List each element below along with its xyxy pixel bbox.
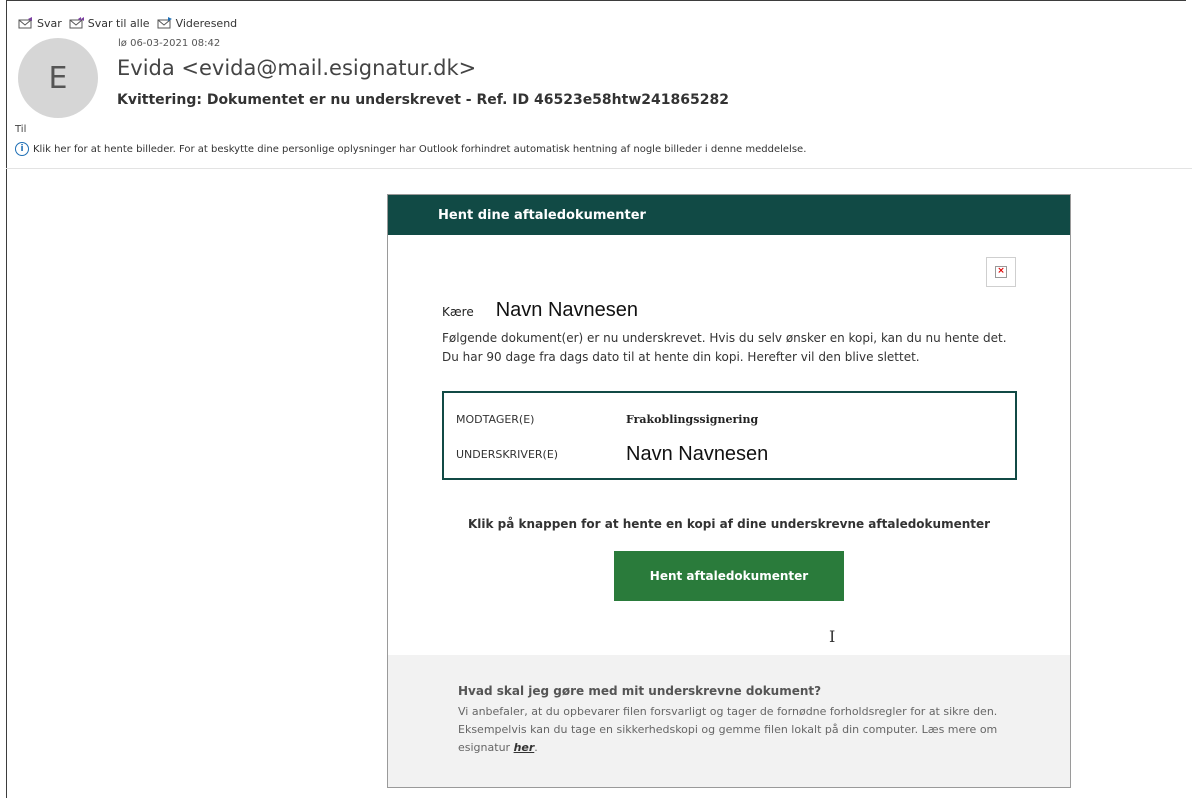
message-actions: Svar Svar til alle Videresend	[18, 15, 244, 31]
download-documents-button[interactable]: Hent aftaledokumenter	[614, 551, 844, 601]
download-images-bar[interactable]: i Klik her for at hente billeder. For at…	[15, 142, 806, 156]
card-footer: Hvad skal jeg gøre med mit underskrevne …	[388, 655, 1070, 787]
signer-value: Navn Navnesen	[626, 443, 769, 465]
reply-icon	[18, 17, 32, 29]
forward-button[interactable]: Videresend	[157, 16, 238, 30]
body-line-1: Følgende dokument(er) er nu underskrevet…	[442, 331, 1007, 345]
recipient-row: MODTAGER(E) Frakoblingssignering	[456, 413, 758, 426]
reply-all-icon	[69, 17, 84, 29]
reply-button[interactable]: Svar	[18, 17, 62, 30]
body-text: Følgende dokument(er) er nu underskrevet…	[442, 329, 1042, 367]
message-date: lø 06-03-2021 08:42	[118, 38, 221, 49]
footer-link[interactable]: her	[514, 741, 535, 754]
recipient-value: Frakoblingssignering	[626, 413, 759, 426]
message-subject: Kvittering: Dokumentet er nu underskreve…	[117, 92, 729, 108]
forward-label: Videresend	[175, 16, 238, 30]
body-line-2: Du har 90 dage fra dags dato til at hent…	[442, 350, 920, 364]
greeting: Kære Navn Navnesen	[442, 299, 638, 322]
reply-all-button[interactable]: Svar til alle	[69, 17, 150, 30]
text-cursor-icon: I	[829, 627, 836, 646]
card-header: Hent dine aftaledokumenter	[388, 195, 1070, 235]
footer-end: .	[534, 741, 538, 754]
footer-title: Hvad skal jeg gøre med mit underskrevne …	[458, 684, 822, 698]
broken-image-icon[interactable]: ×	[986, 257, 1016, 287]
footer-text: Vi anbefaler, at du opbevarer filen fors…	[458, 703, 998, 757]
email-card: Hent dine aftaledokumenter × Kære Navn N…	[387, 194, 1071, 788]
sender-avatar: E	[18, 38, 98, 118]
signer-row: UNDERSKRIVER(E) Navn Navnesen	[456, 443, 768, 466]
greeting-name: Navn Navnesen	[495, 299, 639, 321]
sender-name[interactable]: Evida <evida@mail.esignatur.dk>	[117, 56, 476, 80]
reply-all-label: Svar til alle	[87, 16, 150, 30]
forward-icon	[157, 17, 172, 29]
footer-body: Vi anbefaler, at du opbevarer filen fors…	[458, 705, 998, 754]
reply-label: Svar	[37, 16, 62, 30]
document-info-box: MODTAGER(E) Frakoblingssignering UNDERSK…	[442, 391, 1017, 480]
header-divider	[6, 168, 1192, 169]
greeting-label: Kære	[442, 305, 474, 319]
recipient-label: MODTAGER(E)	[456, 413, 535, 426]
to-label: Til	[15, 124, 27, 135]
info-icon: i	[15, 142, 29, 156]
download-images-text: Klik her for at hente billeder. For at b…	[33, 143, 807, 155]
signer-label: UNDERSKRIVER(E)	[456, 448, 559, 461]
cta-text: Klik på knappen for at hente en kopi af …	[467, 517, 991, 531]
